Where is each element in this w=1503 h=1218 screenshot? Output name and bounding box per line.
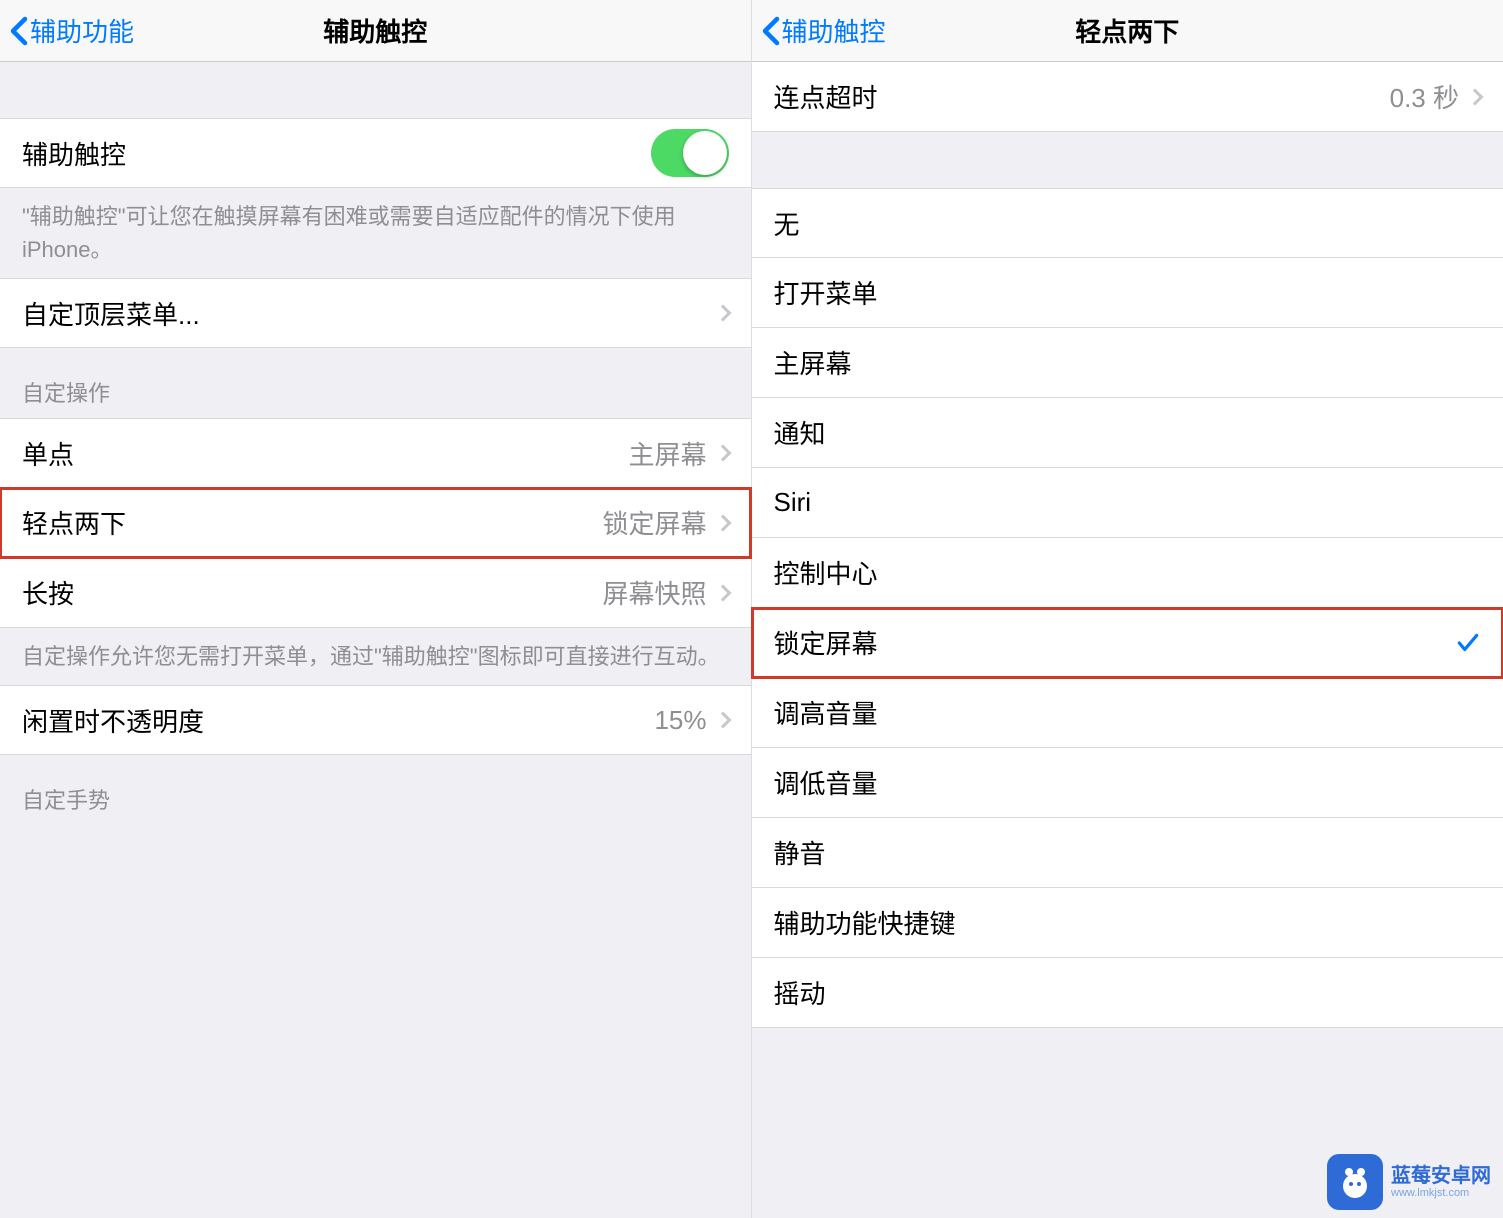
single-tap-label: 单点	[22, 435, 628, 472]
chevron-right-icon	[714, 514, 731, 531]
chevron-right-icon	[1467, 88, 1484, 105]
double-tap-label: 轻点两下	[22, 504, 602, 541]
option-row[interactable]: 无	[752, 188, 1503, 258]
custom-actions-header: 自定操作	[0, 348, 751, 418]
option-row[interactable]: 静音	[752, 818, 1503, 888]
option-label: 通知	[774, 414, 1482, 451]
option-label: 辅助功能快捷键	[774, 904, 1482, 941]
assistive-touch-switch[interactable]	[651, 129, 729, 177]
option-row[interactable]: 主屏幕	[752, 328, 1503, 398]
back-button-right[interactable]: 辅助触控	[752, 12, 886, 49]
chevron-right-icon	[714, 305, 731, 322]
option-row[interactable]: 控制中心	[752, 538, 1503, 608]
single-tap-row[interactable]: 单点 主屏幕	[0, 418, 751, 488]
option-row[interactable]: 调高音量	[752, 678, 1503, 748]
option-row[interactable]: 辅助功能快捷键	[752, 888, 1503, 958]
option-label: 锁定屏幕	[774, 624, 1456, 661]
back-button-left[interactable]: 辅助功能	[0, 12, 134, 49]
back-label-right: 辅助触控	[782, 12, 886, 49]
chevron-right-icon	[714, 584, 731, 601]
double-tap-row[interactable]: 轻点两下 锁定屏幕	[0, 488, 751, 558]
toggle-label: 辅助触控	[22, 135, 651, 172]
option-label: 打开菜单	[774, 274, 1482, 311]
custom-gestures-header: 自定手势	[0, 755, 751, 825]
custom-top-menu-label: 自定顶层菜单...	[22, 295, 717, 332]
idle-opacity-row[interactable]: 闲置时不透明度 15%	[0, 685, 751, 755]
idle-opacity-label: 闲置时不透明度	[22, 702, 654, 739]
timeout-value: 0.3 秒	[1390, 78, 1459, 115]
toggle-description: "辅助触控"可让您在触摸屏幕有困难或需要自适应配件的情况下使用 iPhone。	[0, 188, 751, 278]
watermark-icon	[1327, 1154, 1383, 1210]
custom-actions-description: 自定操作允许您无需打开菜单，通过"辅助触控"图标即可直接进行互动。	[0, 628, 751, 685]
chevron-left-icon	[762, 16, 780, 46]
checkmark-icon	[1455, 630, 1481, 656]
navbar-left: 辅助功能 辅助触控	[0, 0, 751, 62]
option-label: 控制中心	[774, 554, 1482, 591]
option-label: 静音	[774, 834, 1482, 871]
watermark-text: 蓝莓安卓网 www.lmkjst.com	[1391, 1165, 1491, 1199]
option-row[interactable]: 通知	[752, 398, 1503, 468]
chevron-right-icon	[714, 445, 731, 462]
watermark: 蓝莓安卓网 www.lmkjst.com	[1327, 1154, 1491, 1210]
single-tap-value: 主屏幕	[628, 435, 706, 472]
option-row[interactable]: 调低音量	[752, 748, 1503, 818]
long-press-label: 长按	[22, 574, 602, 611]
option-row[interactable]: 打开菜单	[752, 258, 1503, 328]
back-label-left: 辅助功能	[30, 12, 134, 49]
assistive-touch-toggle-row[interactable]: 辅助触控	[0, 118, 751, 188]
chevron-left-icon	[10, 16, 28, 46]
option-label: Siri	[774, 487, 1482, 518]
option-label: 调低音量	[774, 764, 1482, 801]
idle-opacity-value: 15%	[654, 705, 706, 736]
custom-top-menu-row[interactable]: 自定顶层菜单...	[0, 278, 751, 348]
option-label: 主屏幕	[774, 344, 1482, 381]
option-label: 无	[774, 205, 1482, 242]
timeout-label: 连点超时	[774, 78, 1390, 115]
chevron-right-icon	[714, 712, 731, 729]
option-row[interactable]: 摇动	[752, 958, 1503, 1028]
long-press-value: 屏幕快照	[602, 574, 706, 611]
option-row[interactable]: 锁定屏幕	[752, 608, 1503, 678]
navbar-right: 辅助触控 轻点两下	[752, 0, 1503, 62]
double-tap-value: 锁定屏幕	[602, 504, 706, 541]
timeout-row[interactable]: 连点超时 0.3 秒	[752, 62, 1503, 132]
option-label: 摇动	[774, 974, 1482, 1011]
long-press-row[interactable]: 长按 屏幕快照	[0, 558, 751, 628]
option-row[interactable]: Siri	[752, 468, 1503, 538]
option-label: 调高音量	[774, 694, 1482, 731]
